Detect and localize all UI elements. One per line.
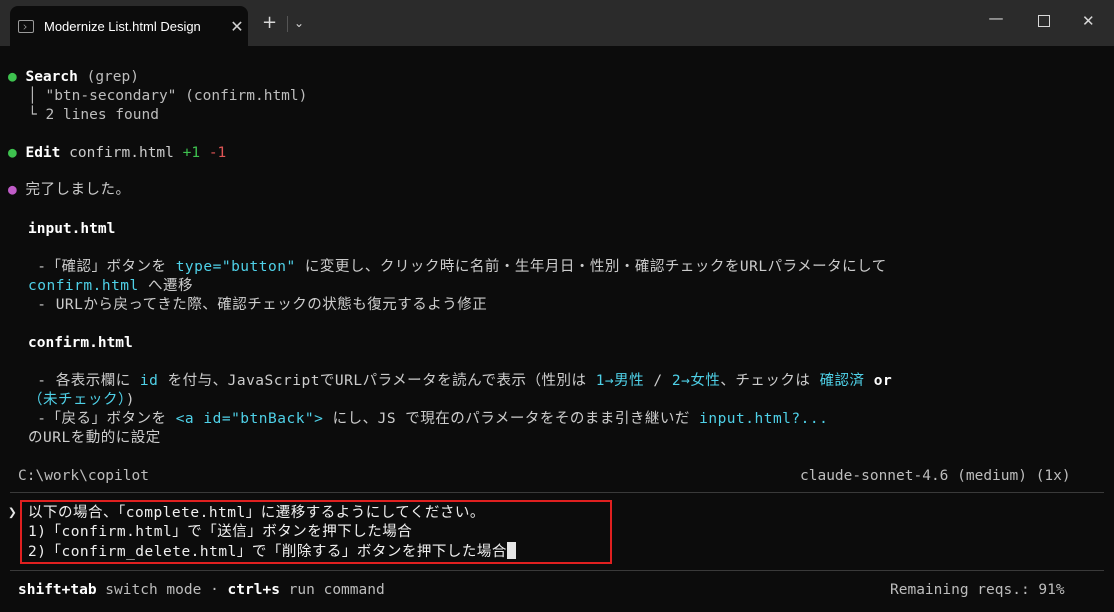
section-title-input: input.html (28, 221, 116, 237)
shortcut-key-run-command: ctrl+s (227, 582, 280, 598)
lines-removed: -1 (208, 145, 227, 161)
search-entry: ● Search (grep) (8, 68, 139, 87)
title-bar: Modernize List.html Design ✕ + ⌄ — ✕ (0, 0, 1114, 46)
search-query: "btn-secondary" (confirm.html) (45, 88, 308, 104)
shortcut-label: switch mode (96, 582, 202, 598)
prompt-line-3[interactable]: 2)「confirm_delete.html」で「削除する」ボタンを押下した場合 (28, 542, 516, 562)
status-dot-icon: ● (8, 69, 17, 85)
code-span: 確認済 (819, 373, 865, 389)
tab-close-icon[interactable]: ✕ (226, 17, 248, 36)
divider (10, 570, 1104, 571)
divider (10, 492, 1104, 493)
code-span: <a id="btnBack"> (175, 411, 324, 427)
search-result: 2 lines found (45, 107, 159, 123)
text-segment: を付与、JavaScriptでURLパラメータを読んで表示（性別は (158, 373, 596, 389)
section2-line1: - 各表示欄に id を付与、JavaScriptでURLパラメータを読んで表示… (28, 372, 892, 391)
edit-label: Edit (25, 145, 61, 161)
chevron-down-icon[interactable]: ⌄ (294, 16, 304, 30)
edit-file: confirm.html (69, 145, 174, 161)
section2-line4: のURLを動的に設定 (28, 430, 161, 446)
section2-line2: （未チェック）) (28, 391, 135, 410)
text-segment: へ遷移 (138, 278, 193, 294)
prompt-line-3-text: 2)「confirm_delete.html」で「削除する」ボタンを押下した場合 (28, 544, 507, 560)
text-segment: -「確認」ボタンを (28, 259, 176, 275)
tree-pipe-icon: │ (28, 88, 37, 104)
current-directory: C:\work\copilot (18, 468, 149, 484)
text-segment: 、チェックは (720, 373, 820, 389)
text-segment: / (644, 373, 672, 389)
text-segment: にし、JS で現在のパラメータをそのまま引き継いだ (323, 411, 700, 427)
text-segment: or (864, 373, 893, 389)
search-query-line: │ "btn-secondary" (confirm.html) (28, 87, 307, 106)
shortcut-hints: shift+tab switch mode · ctrl+s run comma… (18, 581, 385, 600)
dot-separator: · (201, 582, 228, 598)
section-title-confirm: confirm.html (28, 335, 133, 351)
section2-line3: -「戻る」ボタンを <a id="btnBack"> にし、JS で現在のパラメ… (28, 410, 828, 429)
terminal-icon (18, 19, 34, 33)
section1-line1: -「確認」ボタンを type="button" に変更し、クリック時に名前・生年… (28, 258, 887, 277)
code-span: input.html?... (699, 411, 829, 427)
lines-added: +1 (182, 145, 201, 161)
code-span: （未チェック） (28, 392, 126, 408)
tab-divider (287, 16, 288, 32)
status-dot-icon: ● (8, 145, 17, 161)
remaining-requests: Remaining reqs.: 91% (890, 582, 1065, 598)
code-span: 1→男性 (595, 373, 645, 389)
response-done: 完了しました。 (25, 182, 131, 198)
tab-title: Modernize List.html Design (44, 18, 201, 34)
close-button[interactable]: ✕ (1082, 12, 1095, 30)
code-span: confirm.html (28, 278, 139, 294)
prompt-line-2[interactable]: 1)「confirm.html」で「送信」ボタンを押下した場合 (28, 523, 412, 542)
prompt-line-1[interactable]: 以下の場合、「complete.html」に遷移するようにしてください。 (28, 504, 485, 523)
tree-corner-icon: └ (28, 107, 37, 123)
text-segment: - 各表示欄に (28, 373, 140, 389)
minimize-button[interactable]: — (986, 9, 1006, 27)
new-tab-button[interactable]: + (262, 12, 277, 33)
section1-line2: confirm.html へ遷移 (28, 277, 193, 296)
code-span: type="button" (175, 259, 296, 275)
search-result-line: └ 2 lines found (28, 106, 159, 125)
text-segment: に変更し、クリック時に名前・生年月日・性別・確認チェックをURLパラメータにして (295, 259, 887, 275)
text-segment: -「戻る」ボタンを (28, 411, 176, 427)
code-span: id (139, 373, 159, 389)
terminal-tab[interactable]: Modernize List.html Design ✕ (10, 6, 248, 46)
shortcut-key-switch-mode: shift+tab (18, 582, 97, 598)
text-cursor (506, 542, 516, 559)
maximize-button[interactable] (1038, 15, 1050, 27)
prompt-marker-icon: ❯ (8, 505, 17, 521)
model-indicator: claude-sonnet-4.6 (medium) (1x) (800, 468, 1071, 484)
section1-line3: - URLから戻ってきた際、確認チェックの状態も復元するよう修正 (28, 297, 488, 313)
code-span: 2→女性 (671, 373, 721, 389)
response-header: ● 完了しました。 (8, 181, 130, 200)
search-label: Search (25, 69, 78, 85)
edit-entry: ● Edit confirm.html +1 -1 (8, 144, 226, 163)
text-segment: ) (125, 392, 135, 408)
shortcut-label: run command (279, 582, 385, 598)
assistant-dot-icon: ● (8, 182, 17, 198)
search-tool: (grep) (86, 69, 139, 85)
